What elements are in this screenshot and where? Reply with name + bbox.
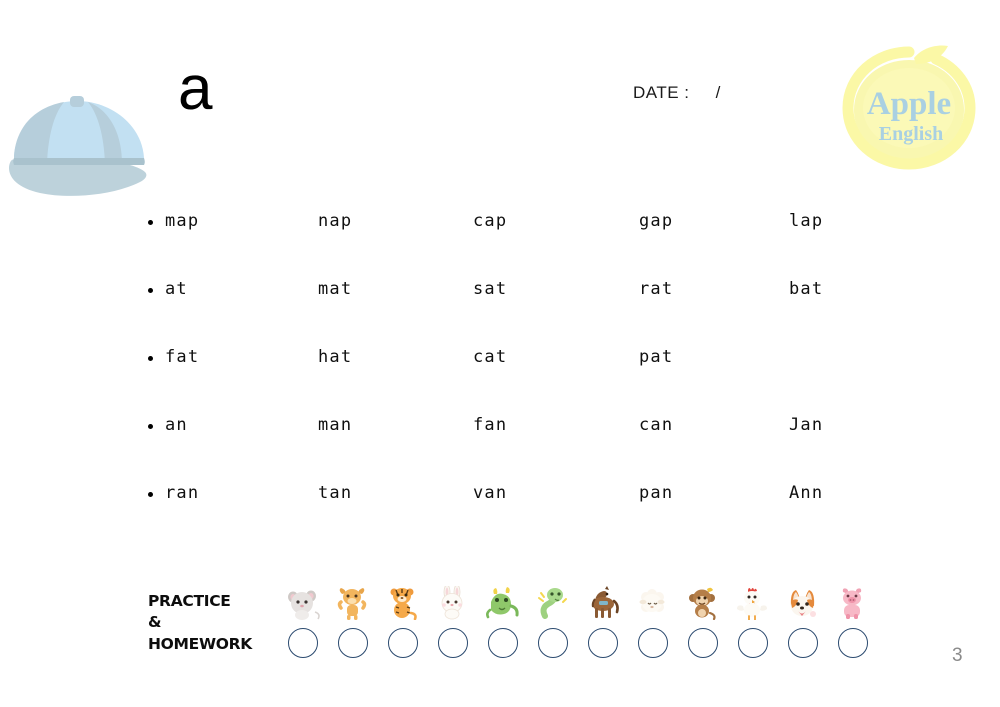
- snake-sticker: [535, 586, 571, 620]
- date-label: DATE :: [633, 83, 690, 102]
- pig-sticker: [835, 586, 871, 620]
- row-bullet-icon: [148, 424, 153, 429]
- dragon-sticker: [485, 586, 521, 620]
- word-row: map nap cap gap lap: [148, 211, 888, 279]
- page-number: 3: [952, 645, 963, 666]
- tiger-sticker: [385, 586, 421, 620]
- sticker-column-monkey: [678, 586, 728, 668]
- row-bullet-icon: [148, 356, 153, 361]
- sticker-column-rooster: [728, 586, 778, 668]
- word-row: fat hat cat pat: [148, 347, 888, 415]
- progress-circle[interactable]: [438, 628, 468, 658]
- progress-circle[interactable]: [688, 628, 718, 658]
- dog-sticker: [785, 586, 821, 620]
- progress-circle[interactable]: [788, 628, 818, 658]
- word-item: can: [639, 415, 674, 435]
- word-item: hat: [318, 347, 353, 367]
- word-item: sat: [473, 279, 508, 299]
- row-bullet-icon: [148, 220, 153, 225]
- word-item: bat: [789, 279, 824, 299]
- rooster-sticker: [735, 586, 771, 620]
- logo-text-english: English: [879, 123, 943, 145]
- practice-label-line1: PRACTICE: [148, 592, 231, 610]
- word-item: rat: [639, 279, 674, 299]
- apple-english-logo: Apple English: [836, 42, 982, 172]
- progress-circle[interactable]: [588, 628, 618, 658]
- practice-label-line2: &: [148, 613, 162, 632]
- progress-circle[interactable]: [838, 628, 868, 658]
- word-item: tan: [318, 483, 353, 503]
- sticker-column-goat: [628, 586, 678, 668]
- progress-circle[interactable]: [538, 628, 568, 658]
- practice-homework-section: PRACTICE & HOMEWORK: [148, 586, 878, 668]
- sticker-column-ox: [328, 586, 378, 668]
- word-item: man: [318, 415, 353, 435]
- baseball-cap-icon: [2, 96, 152, 200]
- goat-sticker: [635, 586, 671, 620]
- word-item: at: [165, 279, 188, 299]
- date-separator: /: [715, 83, 721, 102]
- word-row: an man fan can Jan: [148, 415, 888, 483]
- word-row: ran tan van pan Ann: [148, 483, 888, 551]
- sticker-column-tiger: [378, 586, 428, 668]
- word-item: lap: [789, 211, 824, 231]
- sticker-column-dragon: [478, 586, 528, 668]
- word-item: mat: [318, 279, 353, 299]
- word-list: map nap cap gap lap at mat sat rat bat f…: [148, 211, 888, 551]
- progress-circle[interactable]: [638, 628, 668, 658]
- practice-label-line3: HOMEWORK: [148, 634, 252, 653]
- row-bullet-icon: [148, 288, 153, 293]
- page-title-letter: a: [178, 54, 213, 123]
- progress-circle[interactable]: [488, 628, 518, 658]
- word-item: gap: [639, 211, 674, 231]
- word-item: pan: [639, 483, 674, 503]
- progress-circle[interactable]: [288, 628, 318, 658]
- row-bullet-icon: [148, 492, 153, 497]
- word-item: fat: [165, 347, 200, 367]
- sticker-column-horse: [578, 586, 628, 668]
- progress-circle[interactable]: [738, 628, 768, 658]
- word-item: an: [165, 415, 188, 435]
- word-item: nap: [318, 211, 353, 231]
- word-item: cat: [473, 347, 508, 367]
- logo-text-apple: Apple: [867, 86, 951, 122]
- word-item: fan: [473, 415, 508, 435]
- sticker-column-snake: [528, 586, 578, 668]
- word-item: pat: [639, 347, 674, 367]
- sticker-column-pig: [828, 586, 878, 668]
- date-field[interactable]: DATE : /: [633, 83, 721, 103]
- zodiac-sticker-track: [278, 586, 878, 668]
- rat-sticker: [285, 586, 321, 620]
- horse-sticker: [585, 586, 621, 620]
- word-item: cap: [473, 211, 508, 231]
- progress-circle[interactable]: [388, 628, 418, 658]
- worksheet-page: a DATE : / Apple English map nap cap gap…: [0, 0, 1000, 707]
- ox-sticker: [335, 586, 371, 620]
- word-item: Jan: [789, 415, 824, 435]
- sticker-column-rat: [278, 586, 328, 668]
- sticker-column-rabbit: [428, 586, 478, 668]
- rabbit-sticker: [435, 586, 471, 620]
- word-row: at mat sat rat bat: [148, 279, 888, 347]
- word-item: van: [473, 483, 508, 503]
- date-spacer: [690, 83, 716, 102]
- progress-circle[interactable]: [338, 628, 368, 658]
- word-item: map: [165, 211, 200, 231]
- word-item: ran: [165, 483, 200, 503]
- word-item: Ann: [789, 483, 824, 503]
- sticker-column-dog: [778, 586, 828, 668]
- practice-homework-label: PRACTICE & HOMEWORK: [148, 591, 268, 655]
- monkey-sticker: [685, 586, 721, 620]
